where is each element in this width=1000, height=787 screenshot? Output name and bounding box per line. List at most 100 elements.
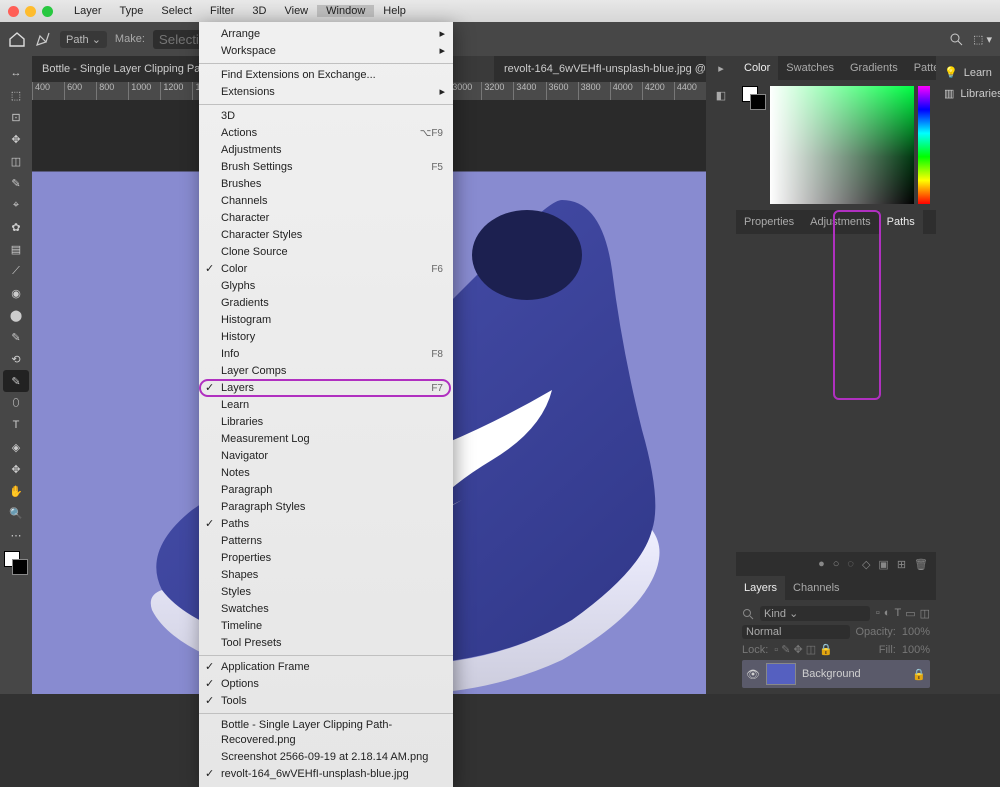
menu-item-options[interactable]: Options✓ bbox=[199, 676, 453, 693]
blend-mode-select[interactable]: Normal bbox=[742, 625, 850, 639]
menu-item-layer-comps[interactable]: Layer Comps bbox=[199, 363, 453, 380]
workspace-icon[interactable]: ⬚ ▾ bbox=[973, 33, 992, 46]
search-icon[interactable] bbox=[949, 32, 963, 46]
menu-item-character-styles[interactable]: Character Styles bbox=[199, 227, 453, 244]
tool-19[interactable]: ✋ bbox=[3, 480, 29, 502]
mask-icon[interactable]: ◇ bbox=[862, 558, 870, 571]
menu-view[interactable]: View bbox=[275, 5, 317, 17]
filter-kind-select[interactable]: Kind ⌄ bbox=[760, 606, 870, 621]
menu-item-notes[interactable]: Notes bbox=[199, 465, 453, 482]
panel-tab-color[interactable]: Color bbox=[736, 56, 778, 80]
minimize-window[interactable] bbox=[25, 6, 36, 17]
menu-item-layers[interactable]: Layers✓F7 bbox=[199, 380, 453, 397]
panel-tab-paths[interactable]: Paths bbox=[879, 210, 923, 234]
document-tab[interactable]: revolt-164_6wVEHfI-unsplash-blue.jpg @ 4… bbox=[494, 56, 706, 82]
menu-item-find-extensions-on-exchange-[interactable]: Find Extensions on Exchange... bbox=[199, 67, 453, 84]
history-icon[interactable]: ◧ bbox=[716, 89, 726, 102]
menu-item-bottle-single-layer-clipping-path-recovered-png[interactable]: Bottle - Single Layer Clipping Path-Reco… bbox=[199, 717, 453, 749]
layer-row-background[interactable]: 👁 Background 🔒 bbox=[742, 660, 930, 688]
tool-6[interactable]: ⌖ bbox=[3, 194, 29, 216]
menu-item-paragraph[interactable]: Paragraph bbox=[199, 482, 453, 499]
layer-thumbnail[interactable] bbox=[766, 663, 796, 685]
fg-bg-color[interactable] bbox=[742, 86, 766, 110]
menu-item-tool-presets[interactable]: Tool Presets bbox=[199, 635, 453, 652]
fg-bg-swatches[interactable] bbox=[4, 551, 28, 575]
menu-item-history[interactable]: History bbox=[199, 329, 453, 346]
lock-icon[interactable]: 🔒 bbox=[912, 668, 926, 681]
fill-path-icon[interactable]: ● bbox=[818, 558, 825, 570]
filter-smart-icon[interactable]: ◫ bbox=[920, 607, 930, 620]
menu-item-navigator[interactable]: Navigator bbox=[199, 448, 453, 465]
menu-item-workspace[interactable]: Workspace▸ bbox=[199, 43, 453, 60]
menu-item-arrange[interactable]: Arrange▸ bbox=[199, 26, 453, 43]
color-picker[interactable] bbox=[736, 80, 936, 210]
tool-15[interactable]: ⬯ bbox=[3, 392, 29, 414]
selection-icon[interactable]: ◌ bbox=[847, 558, 854, 570]
hue-slider[interactable] bbox=[918, 86, 930, 204]
menu-item-libraries[interactable]: Libraries bbox=[199, 414, 453, 431]
tool-5[interactable]: ✎ bbox=[3, 172, 29, 194]
menu-item-timeline[interactable]: Timeline bbox=[199, 618, 453, 635]
panel-tab-layers[interactable]: Layers bbox=[736, 576, 785, 600]
lock-icons[interactable]: ▫ ✎ ✥ ◫ 🔒 bbox=[774, 643, 833, 656]
tool-11[interactable]: ⬤ bbox=[3, 304, 29, 326]
filter-type-icon[interactable]: T bbox=[894, 607, 901, 620]
menu-select[interactable]: Select bbox=[152, 5, 201, 17]
tool-8[interactable]: ▤ bbox=[3, 238, 29, 260]
menu-item-histogram[interactable]: Histogram bbox=[199, 312, 453, 329]
filter-pixel-icon[interactable]: ▫ bbox=[876, 607, 880, 620]
filter-adjust-icon[interactable]: ◐ bbox=[884, 607, 891, 620]
menu-item-extensions[interactable]: Extensions▸ bbox=[199, 84, 453, 101]
panel-tab-gradients[interactable]: Gradients bbox=[842, 56, 906, 80]
opacity-value[interactable]: 100% bbox=[902, 626, 930, 638]
tool-14[interactable]: ✎ bbox=[3, 370, 29, 392]
menu-item-color[interactable]: Color✓F6 bbox=[199, 261, 453, 278]
filter-shape-icon[interactable]: ▭ bbox=[905, 607, 915, 620]
fill-value[interactable]: 100% bbox=[902, 644, 930, 656]
menu-item-revolt-164-6wvehfi-unsplash-blue-jpg[interactable]: revolt-164_6wVEHfI-unsplash-blue.jpg✓ bbox=[199, 766, 453, 783]
menu-type[interactable]: Type bbox=[111, 5, 153, 17]
new-path-icon[interactable]: ▣ bbox=[878, 558, 888, 571]
close-window[interactable] bbox=[8, 6, 19, 17]
visibility-icon[interactable]: 👁 bbox=[746, 668, 760, 681]
menu-item-info[interactable]: InfoF8 bbox=[199, 346, 453, 363]
menu-item-learn[interactable]: Learn bbox=[199, 397, 453, 414]
tool-9[interactable]: ⟋ bbox=[3, 260, 29, 282]
menu-item-actions[interactable]: Actions⌥F9 bbox=[199, 125, 453, 142]
menu-item-swatches[interactable]: Swatches bbox=[199, 601, 453, 618]
menu-item-channels[interactable]: Channels bbox=[199, 193, 453, 210]
tool-12[interactable]: ✎ bbox=[3, 326, 29, 348]
menu-filter[interactable]: Filter bbox=[201, 5, 243, 17]
color-field[interactable] bbox=[770, 86, 914, 204]
tool-7[interactable]: ✿ bbox=[3, 216, 29, 238]
menu-item-brushes[interactable]: Brushes bbox=[199, 176, 453, 193]
tool-13[interactable]: ⟲ bbox=[3, 348, 29, 370]
menu-item-clone-source[interactable]: Clone Source bbox=[199, 244, 453, 261]
menu-item-adjustments[interactable]: Adjustments bbox=[199, 142, 453, 159]
panel-tab-properties[interactable]: Properties bbox=[736, 210, 802, 234]
menu-item-application-frame[interactable]: Application Frame✓ bbox=[199, 659, 453, 676]
menu-item-tools[interactable]: Tools✓ bbox=[199, 693, 453, 710]
zoom-window[interactable] bbox=[42, 6, 53, 17]
tool-4[interactable]: ◫ bbox=[3, 150, 29, 172]
add-icon[interactable]: ⊞ bbox=[897, 558, 906, 571]
tool-20[interactable]: 🔍 bbox=[3, 502, 29, 524]
search-icon[interactable] bbox=[742, 608, 754, 620]
menu-item-styles[interactable]: Styles bbox=[199, 584, 453, 601]
path-mode-select[interactable]: Path ⌄ bbox=[60, 31, 107, 48]
trash-icon[interactable]: 🗑 bbox=[914, 558, 928, 571]
menu-item-screenshot-2566-09-19-at-2-18-14-am-png[interactable]: Screenshot 2566-09-19 at 2.18.14 AM.png bbox=[199, 749, 453, 766]
menu-help[interactable]: Help bbox=[374, 5, 415, 17]
tool-2[interactable]: ⊡ bbox=[3, 106, 29, 128]
menu-item-measurement-log[interactable]: Measurement Log bbox=[199, 431, 453, 448]
home-icon[interactable] bbox=[8, 31, 26, 47]
menu-item-gradients[interactable]: Gradients bbox=[199, 295, 453, 312]
menu-item-paths[interactable]: Paths✓ bbox=[199, 516, 453, 533]
libraries-button[interactable]: ▥ Libraries bbox=[940, 83, 996, 104]
menu-item-paragraph-styles[interactable]: Paragraph Styles bbox=[199, 499, 453, 516]
menu-3d[interactable]: 3D bbox=[243, 5, 275, 17]
menu-item-brush-settings[interactable]: Brush SettingsF5 bbox=[199, 159, 453, 176]
paths-panel-body[interactable] bbox=[736, 234, 936, 552]
strip-icon[interactable]: ▸ bbox=[718, 62, 724, 75]
menu-window[interactable]: Window bbox=[317, 5, 374, 17]
